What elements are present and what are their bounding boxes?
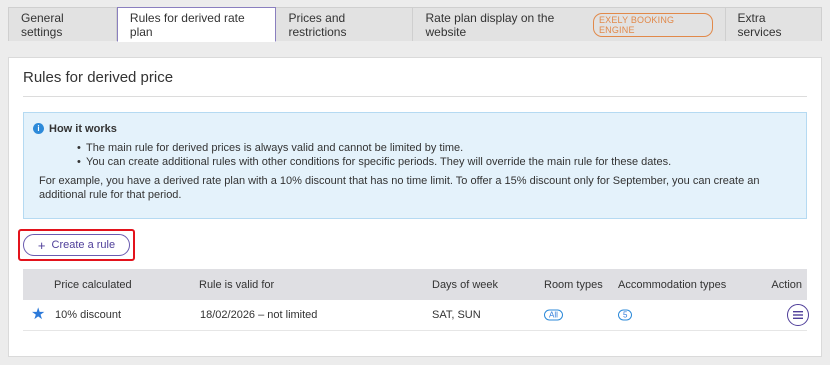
room-types-badge[interactable]: All <box>544 309 563 321</box>
menu-icon <box>793 311 803 319</box>
rules-panel: Rules for derived price i How it works T… <box>8 57 822 357</box>
accommodation-types-badge[interactable]: 5 <box>618 309 633 321</box>
panel-title: Rules for derived price <box>23 69 174 86</box>
tab-prices-restrictions[interactable]: Prices and restrictions <box>276 7 414 41</box>
create-rule-button[interactable]: + Create a rule <box>23 234 130 256</box>
create-rule-highlight: + Create a rule <box>18 229 135 261</box>
tab-extra-services[interactable]: Extra services <box>725 7 822 41</box>
divider <box>23 96 807 97</box>
info-bullets: The main rule for derived prices is alwa… <box>77 141 796 169</box>
header-days-of-week: Days of week <box>432 278 499 291</box>
tab-bar: General settings Rules for derived rate … <box>8 7 822 42</box>
tab-label: Extra services <box>737 10 782 39</box>
plus-icon: + <box>37 237 46 253</box>
header-accommodation-types: Accommodation types <box>618 278 727 291</box>
info-bullet: The main rule for derived prices is alwa… <box>77 141 796 155</box>
cell-price-calculated: 10% discount <box>55 309 122 321</box>
create-rule-label: Create a rule <box>51 239 116 251</box>
tab-rate-plan-display[interactable]: Rate plan display on the website EXELY BO… <box>413 7 726 41</box>
header-action: Action <box>771 278 802 291</box>
info-title: How it works <box>49 123 117 135</box>
rules-table: Price calculated Rule is valid for Days … <box>23 269 809 331</box>
info-example: For example, you have a derived rate pla… <box>39 175 760 201</box>
booking-engine-badge: EXELY BOOKING ENGINE <box>592 12 713 37</box>
star-icon: ★ <box>31 306 46 323</box>
info-box: i How it works The main rule for derived… <box>23 112 807 219</box>
info-icon: i <box>33 123 44 134</box>
tab-label: General settings <box>21 10 64 39</box>
header-price-calculated: Price calculated <box>54 278 132 291</box>
info-bullet: You can create additional rules with oth… <box>77 155 796 169</box>
cell-days-of-week: SAT, SUN <box>432 309 481 321</box>
tab-label: Rules for derived rate plan <box>129 10 245 39</box>
row-action-menu-button[interactable] <box>787 304 809 326</box>
cell-rule-valid-for: 18/02/2026 – not limited <box>200 309 318 321</box>
tab-rules-derived-rate-plan[interactable]: Rules for derived rate plan <box>116 7 277 42</box>
tab-general-settings[interactable]: General settings <box>8 7 117 41</box>
tab-label: Rate plan display on the website <box>425 10 555 39</box>
table-header: Price calculated Rule is valid for Days … <box>23 269 807 300</box>
header-rule-valid-for: Rule is valid for <box>199 278 275 291</box>
header-room-types: Room types <box>544 278 603 291</box>
table-row: ★ 10% discount 18/02/2026 – not limited … <box>23 300 809 331</box>
tab-label: Prices and restrictions <box>288 10 347 39</box>
